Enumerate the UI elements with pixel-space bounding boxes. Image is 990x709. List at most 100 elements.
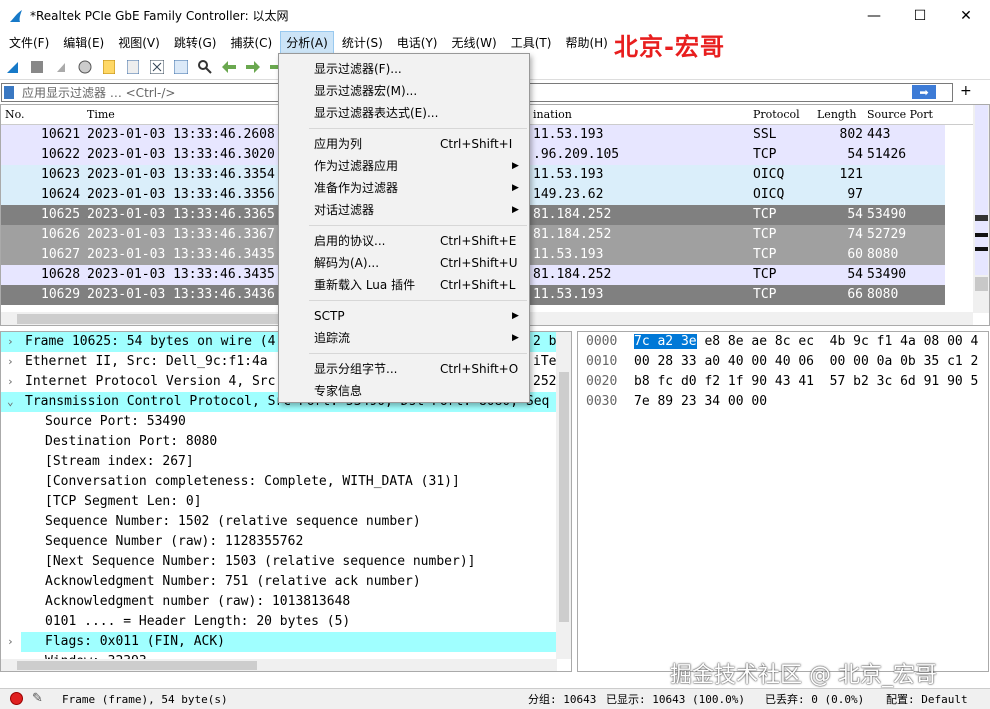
expand-chevron-icon[interactable]: ›: [7, 352, 14, 372]
detail-row[interactable]: [Next Sequence Number: 1503 (relative se…: [1, 552, 556, 572]
bytes-hex: 00 28 33 a0 40 00 40 06 00 00 0a 0b 35 c…: [634, 354, 979, 369]
col-no[interactable]: No.: [5, 108, 25, 121]
packet-cell-dest: 81.184.252: [533, 227, 612, 242]
detail-row[interactable]: Sequence Number (raw): 1128355762: [1, 532, 556, 552]
analyze-menu-item[interactable]: 对话过滤器 ▶: [280, 199, 529, 221]
reload-icon[interactable]: [172, 58, 190, 76]
packet-cell-proto: TCP: [753, 267, 777, 282]
restart-icon[interactable]: [52, 58, 70, 76]
details-hscrollbar[interactable]: [1, 659, 557, 671]
bytes-selected: 7c a2 3e: [634, 334, 697, 349]
col-source-port[interactable]: Source Port: [867, 108, 933, 121]
analyze-menu-item[interactable]: 显示分组字节... Ctrl+Shift+O: [280, 358, 529, 380]
menu-item-label: 追踪流: [314, 331, 351, 345]
menu-bar: 文件(F) 编辑(E) 视图(V) 跳转(G) 捕获(C) 分析(A) 统计(S) 电话(Y)…: [0, 30, 990, 54]
analyze-menu-item[interactable]: 显示过滤器(F)...: [280, 58, 529, 80]
details-vscrollbar[interactable]: [556, 332, 571, 659]
edit-comment-icon[interactable]: ✎: [32, 691, 43, 706]
title-bar: *Realtek PCIe GbE Family Controller: 以太网…: [0, 0, 990, 31]
analyze-menu-item[interactable]: 专家信息: [280, 380, 529, 402]
back-arrow-icon[interactable]: [220, 58, 238, 76]
detail-text: Acknowledgment number (raw): 1013813648: [45, 594, 351, 609]
packet-list-minimap-scrollbar[interactable]: [973, 105, 989, 313]
menu-item[interactable]: 统计(S): [336, 31, 389, 54]
col-protocol[interactable]: Protocol: [753, 108, 800, 121]
detail-row[interactable]: Destination Port: 8080: [1, 432, 556, 452]
packet-cell-no: 10621: [41, 127, 81, 142]
detail-row[interactable]: Acknowledgment number (raw): 1013813648: [1, 592, 556, 612]
menu-item[interactable]: 分析(A): [280, 30, 334, 54]
menu-item[interactable]: 无线(W): [446, 31, 503, 54]
col-length[interactable]: Length: [817, 108, 856, 121]
packet-cell-no: 10625: [41, 207, 81, 222]
detail-row[interactable]: [Conversation completeness: Complete, WI…: [1, 472, 556, 492]
maximize-button[interactable]: ☐: [897, 0, 943, 31]
detail-row[interactable]: Acknowledgment Number: 751 (relative ack…: [1, 572, 556, 592]
analyze-menu-item[interactable]: 准备作为过滤器 ▶: [280, 177, 529, 199]
expert-info-icon[interactable]: [10, 692, 23, 705]
packet-cell-len: 802: [839, 127, 863, 142]
stop-icon[interactable]: [28, 58, 46, 76]
packet-cell-len: 54: [847, 207, 863, 222]
analyze-menu-item[interactable]: 显示过滤器宏(M)...: [280, 80, 529, 102]
minimize-button[interactable]: —: [851, 0, 897, 31]
save-file-icon[interactable]: [124, 58, 142, 76]
analyze-menu-item[interactable]: 解码为(A)... Ctrl+Shift+U: [280, 252, 529, 274]
packet-cell-proto: OICQ: [753, 167, 785, 182]
analyze-menu-item[interactable]: 应用为列 Ctrl+Shift+I: [280, 133, 529, 155]
menu-item-shortcut: Ctrl+Shift+O: [440, 362, 519, 376]
analyze-menu-item[interactable]: 显示过滤器表达式(E)...: [280, 102, 529, 124]
analyze-menu-item[interactable]: SCTP ▶: [280, 305, 529, 327]
packet-bytes[interactable]: 0000 7c a2 3e e8 8e ae 8c ec 4b 9c f1 4a …: [577, 331, 989, 672]
apply-filter-arrow-icon[interactable]: ➡: [912, 85, 936, 99]
menu-item[interactable]: 帮助(H): [559, 31, 613, 54]
detail-row[interactable]: [TCP Segment Len: 0]: [1, 492, 556, 512]
packet-cell-proto: OICQ: [753, 187, 785, 202]
detail-row[interactable]: 0101 .... = Header Length: 20 bytes (5): [1, 612, 556, 632]
packet-cell-proto: TCP: [753, 207, 777, 222]
status-profile[interactable]: 配置: Default: [886, 691, 968, 707]
detail-row[interactable]: [Stream index: 267]: [1, 452, 556, 472]
menu-item[interactable]: 捕获(C): [224, 31, 278, 54]
packet-cell-dest: 11.53.193: [533, 167, 604, 182]
add-filter-button[interactable]: +: [960, 83, 972, 99]
detail-text: Ethernet II, Src: Dell_9c:f1:4a: [25, 354, 268, 369]
capture-options-icon[interactable]: [76, 58, 94, 76]
packet-cell-proto: TCP: [753, 287, 777, 302]
menu-item[interactable]: 跳转(G): [168, 31, 223, 54]
shark-fin-start-icon[interactable]: [4, 58, 22, 76]
menu-separator: [309, 128, 527, 129]
packet-cell-dest: 149.23.62: [533, 187, 604, 202]
analyze-menu-item[interactable]: 启用的协议... Ctrl+Shift+E: [280, 230, 529, 252]
packet-cell-len: 66: [847, 287, 863, 302]
analyze-menu-item[interactable]: 追踪流 ▶: [280, 327, 529, 349]
analyze-menu-item[interactable]: 作为过滤器应用 ▶: [280, 155, 529, 177]
forward-arrow-icon[interactable]: [244, 58, 262, 76]
collapse-chevron-icon[interactable]: ⌄: [7, 392, 14, 412]
col-time[interactable]: Time: [87, 108, 115, 121]
open-file-icon[interactable]: [100, 58, 118, 76]
bytes-offset: 0000: [586, 334, 618, 349]
menu-item-shortcut: Ctrl+Shift+I: [440, 137, 513, 151]
expand-chevron-icon[interactable]: ›: [7, 372, 14, 392]
menu-item[interactable]: 编辑(E): [57, 31, 110, 54]
detail-text: Internet Protocol Version 4, Src: [25, 374, 276, 389]
detail-row[interactable]: Sequence Number: 1502 (relative sequence…: [1, 512, 556, 532]
close-button[interactable]: ✕: [943, 0, 989, 31]
bookmark-icon[interactable]: [4, 86, 14, 99]
find-icon[interactable]: [196, 58, 214, 76]
analyze-menu-item[interactable]: 重新载入 Lua 插件 Ctrl+Shift+L: [280, 274, 529, 296]
menu-item[interactable]: 电话(Y): [391, 31, 444, 54]
menu-item[interactable]: 文件(F): [3, 31, 55, 54]
detail-row[interactable]: › Flags: 0x011 (FIN, ACK): [1, 632, 556, 652]
menu-item-label: 显示分组字节...: [314, 362, 398, 376]
col-destination[interactable]: ination: [533, 108, 572, 121]
menu-item[interactable]: 工具(T): [505, 31, 558, 54]
expand-chevron-icon[interactable]: ›: [7, 332, 14, 352]
wireshark-fin-icon: [10, 9, 22, 22]
menu-item[interactable]: 视图(V): [112, 31, 166, 54]
expand-chevron-icon[interactable]: ›: [7, 632, 14, 652]
close-file-icon[interactable]: [148, 58, 166, 76]
detail-row[interactable]: Source Port: 53490: [1, 412, 556, 432]
watermark-bottom: 掘金技术社区 @ 北京_宏哥: [670, 663, 937, 688]
